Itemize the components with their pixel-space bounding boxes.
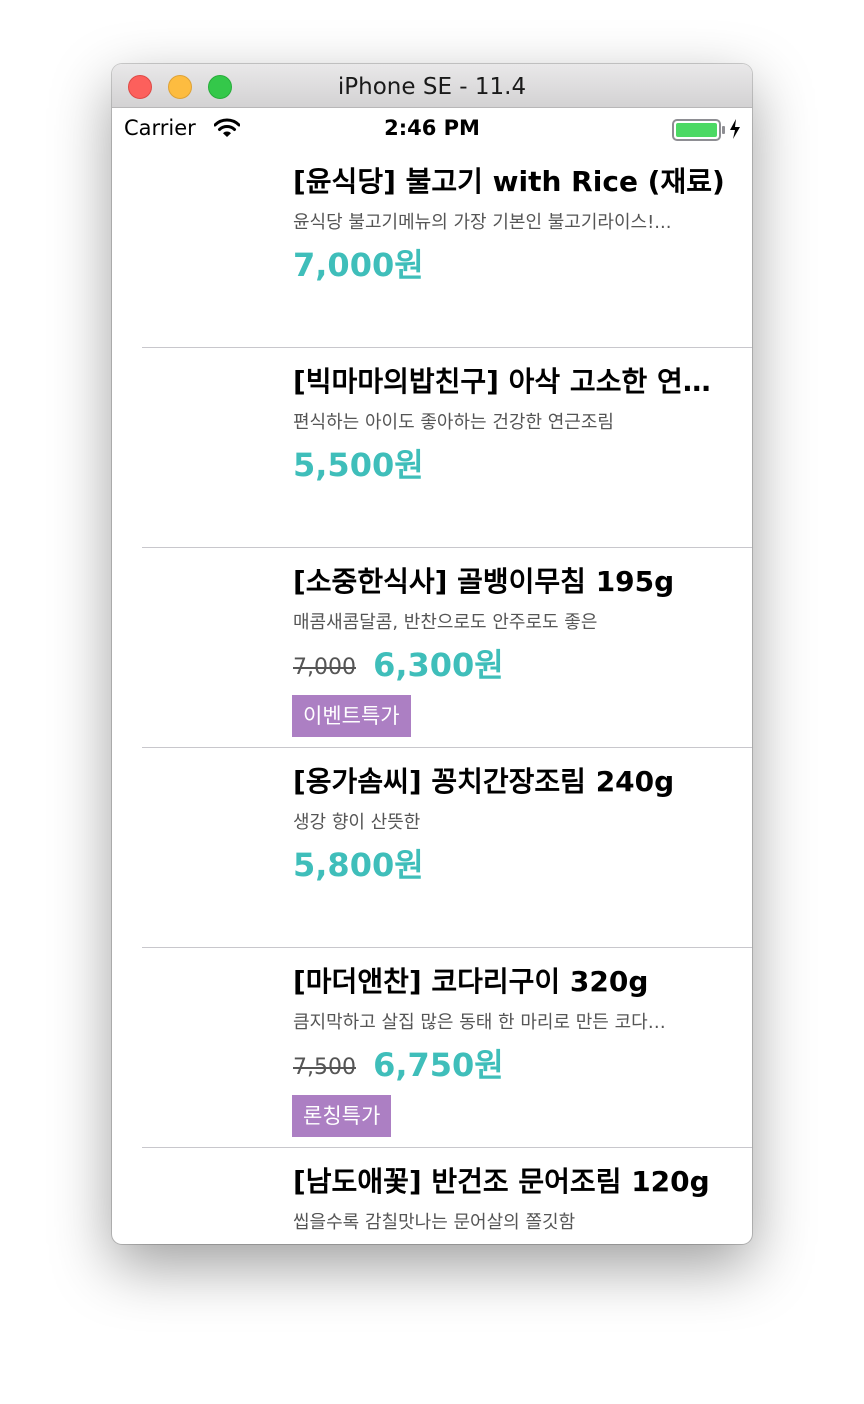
price-line: 5,500원 [293,440,424,484]
price-line: 7,000 6,300원 [293,640,504,684]
product-title: [윤식당] 불고기 with Rice (재료) [293,165,725,198]
product-description: 큼지막하고 살집 많은 동태 한 마리로 만든 코다… [293,1012,666,1033]
product-title: [빅마마의밥친구] 아삭 고소한 연… [293,365,711,398]
charging-icon [729,118,741,144]
product-description: 편식하는 아이도 좋아하는 건강한 연근조림 [293,412,614,433]
simulator-window: iPhone SE - 11.4 Carrier 2:46 PM [윤식당] 불… [112,64,752,1244]
product-description: 생강 향이 산뜻한 [293,812,421,833]
product-image [142,560,282,700]
product-image [142,760,282,900]
title-bar[interactable]: iPhone SE - 11.4 [112,64,752,108]
product-description: 매콤새콤달콤, 반찬으로도 안주로도 좋은 [293,612,598,633]
product-price: 7,000원 [293,246,424,284]
product-price: 5,800원 [293,846,424,884]
battery-icon [672,119,726,145]
product-image [142,360,282,500]
product-price: 6,750원 [373,1046,504,1084]
original-price: 7,500 [293,1055,356,1080]
status-time: 2:46 PM [384,116,480,140]
product-row[interactable]: [빅마마의밥친구] 아삭 고소한 연… 편식하는 아이도 좋아하는 건강한 연근… [112,348,752,548]
product-price: 6,300원 [373,646,504,684]
product-row[interactable]: [윤식당] 불고기 with Rice (재료) 윤식당 불고기메뉴의 가장 기… [112,148,752,348]
product-price: 5,500원 [293,446,424,484]
product-row[interactable]: [소중한식사] 골뱅이무침 195g 매콤새콤달콤, 반찬으로도 안주로도 좋은… [112,548,752,748]
product-title: [남도애꽃] 반건조 문어조림 120g [293,1165,710,1198]
product-description: 씹을수록 감칠맛나는 문어살의 쫄깃함 [293,1212,576,1233]
product-title: [소중한식사] 골뱅이무침 195g [293,565,675,598]
product-image [142,1160,282,1244]
original-price: 7,000 [293,655,356,680]
product-title: [옹가솜씨] 꽁치간장조림 240g [293,765,675,798]
product-row[interactable]: [옹가솜씨] 꽁치간장조림 240g 생강 향이 산뜻한 5,800원 [112,748,752,948]
product-row[interactable]: [남도애꽃] 반건조 문어조림 120g 씹을수록 감칠맛나는 문어살의 쫄깃함 [112,1148,752,1244]
product-description: 윤식당 불고기메뉴의 가장 기본인 불고기라이스!... [293,212,672,233]
product-image [142,960,282,1100]
launch-sale-badge: 론칭특가 [292,1095,392,1137]
product-row[interactable]: [마더앤찬] 코다리구이 320g 큼지막하고 살집 많은 동태 한 마리로 만… [112,948,752,1148]
product-image [142,160,282,300]
product-title: [마더앤찬] 코다리구이 320g [293,965,649,998]
status-bar: Carrier 2:46 PM [112,108,752,148]
product-list[interactable]: [윤식당] 불고기 with Rice (재료) 윤식당 불고기메뉴의 가장 기… [112,148,752,1244]
price-line: 7,000원 [293,240,424,284]
price-line: 7,500 6,750원 [293,1040,504,1084]
event-sale-badge: 이벤트특가 [292,695,411,737]
price-line: 5,800원 [293,840,424,884]
window-title: iPhone SE - 11.4 [337,74,527,100]
